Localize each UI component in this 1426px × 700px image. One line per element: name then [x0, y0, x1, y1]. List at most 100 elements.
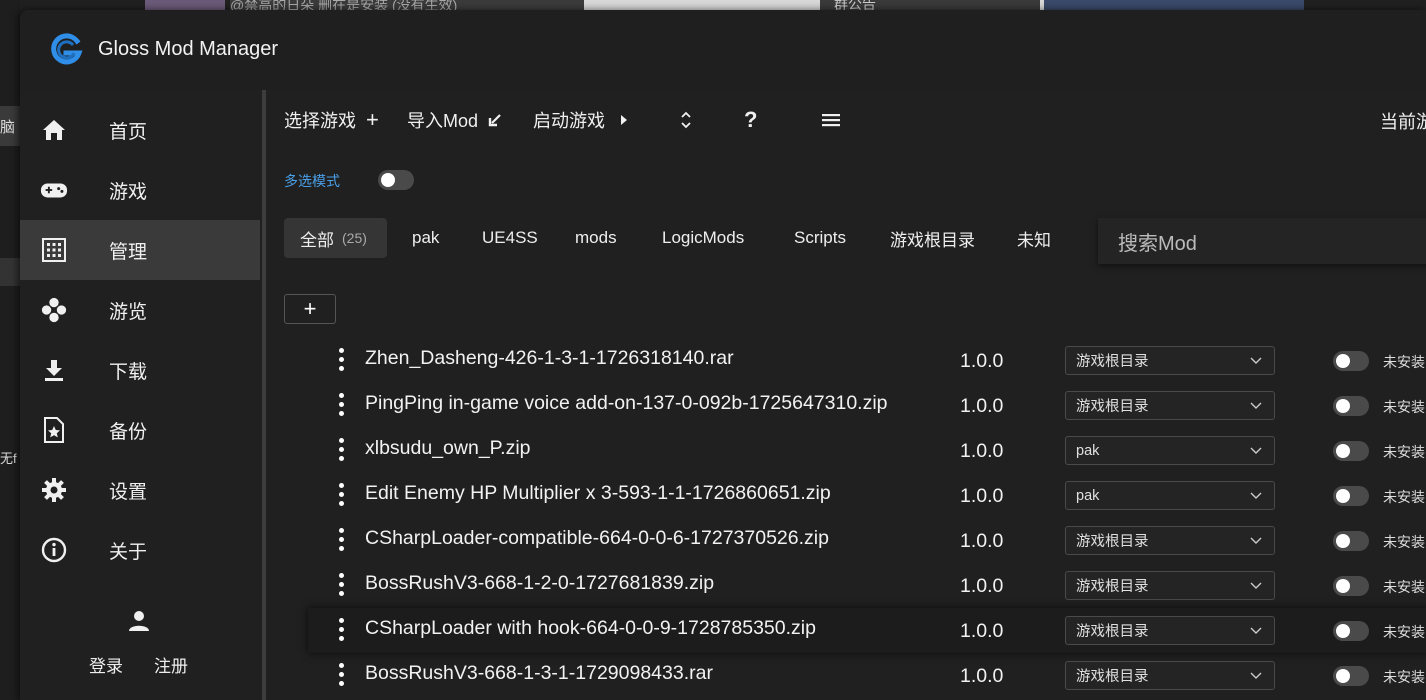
- chevron-down-icon: [1250, 357, 1262, 364]
- tab-mods[interactable]: mods: [575, 218, 617, 258]
- bg-text-fragment: @禁高的日朵 删在是安装 (没有生效): [230, 0, 584, 10]
- search-mod-input[interactable]: 搜索Mod: [1098, 218, 1426, 264]
- mod-type-select[interactable]: 游戏根目录: [1065, 346, 1275, 375]
- sidebar-item-label: 管理: [109, 241, 148, 263]
- sidebar-item-backup[interactable]: 备份: [20, 400, 260, 460]
- play-caret-icon: [621, 115, 627, 125]
- sidebar-item-browse[interactable]: 游览: [20, 280, 260, 340]
- menu-button[interactable]: [822, 108, 840, 132]
- mod-name: CSharpLoader with hook-664-0-0-9-1728785…: [365, 617, 816, 639]
- mod-type-select[interactable]: 游戏根目录: [1065, 391, 1275, 420]
- install-toggle[interactable]: [1333, 441, 1369, 461]
- mod-type-value: 游戏根目录: [1076, 354, 1149, 370]
- mod-type-select[interactable]: 游戏根目录: [1065, 571, 1275, 600]
- app-logo-icon: [51, 33, 83, 65]
- tab-pak[interactable]: pak: [412, 218, 439, 258]
- background-window-edge: 脑 无f: [0, 0, 20, 700]
- bg-left-fragment: 无f: [0, 451, 17, 466]
- install-toggle[interactable]: [1333, 396, 1369, 416]
- mod-version: 1.0.0: [960, 350, 1004, 372]
- select-game-button[interactable]: 选择游戏 +: [284, 107, 379, 132]
- more-vert-icon[interactable]: [334, 617, 348, 643]
- tab-label: 全部: [300, 230, 334, 250]
- tab-game-root[interactable]: 游戏根目录: [890, 218, 975, 258]
- mod-type-value: 游戏根目录: [1076, 624, 1149, 640]
- sidebar-item-about[interactable]: 关于: [20, 520, 260, 580]
- main-content: 选择游戏 + 导入Mod 启动游戏 ? 当前游 多选模式 全部 (25) pak…: [266, 90, 1426, 700]
- mod-name: CSharpLoader-compatible-664-0-0-6-172737…: [365, 527, 829, 549]
- more-vert-icon[interactable]: [334, 347, 348, 373]
- multi-select-toggle[interactable]: [378, 170, 414, 190]
- import-mod-button[interactable]: 导入Mod: [407, 108, 502, 132]
- install-toggle[interactable]: [1333, 486, 1369, 506]
- sidebar-item-label: 首页: [109, 121, 148, 143]
- install-toggle[interactable]: [1333, 351, 1369, 371]
- mod-row[interactable]: Zhen_Dasheng-426-1-3-1-1726318140.rar 1.0…: [308, 338, 1426, 383]
- sidebar-item-label: 备份: [109, 421, 148, 443]
- chevron-down-icon: [1250, 447, 1262, 454]
- more-vert-icon[interactable]: [334, 527, 348, 553]
- install-toggle[interactable]: [1333, 666, 1369, 686]
- mod-type-value: 游戏根目录: [1076, 669, 1149, 685]
- tab-unknown[interactable]: 未知: [1017, 218, 1051, 258]
- install-status: 未安装: [1383, 489, 1425, 505]
- mod-row[interactable]: BossRushV3-668-1-2-0-1727681839.zip 1.0.0…: [308, 563, 1426, 608]
- mod-version: 1.0.0: [960, 575, 1004, 597]
- backup-file-icon: [40, 416, 68, 444]
- mod-name: xlbsudu_own_P.zip: [365, 437, 531, 459]
- install-toggle[interactable]: [1333, 621, 1369, 641]
- tab-all[interactable]: 全部 (25): [284, 218, 387, 258]
- sidebar-item-home[interactable]: 首页: [20, 100, 260, 160]
- tab-scripts[interactable]: Scripts: [794, 218, 846, 258]
- import-arrow-icon: [488, 114, 501, 127]
- more-vert-icon[interactable]: [334, 572, 348, 598]
- mod-type-select[interactable]: 游戏根目录: [1065, 661, 1275, 690]
- sidebar-item-settings[interactable]: 设置: [20, 460, 260, 520]
- title-bar[interactable]: Gloss Mod Manager: [20, 10, 1426, 90]
- mod-row[interactable]: xlbsudu_own_P.zip 1.0.0 pak 未安装: [308, 428, 1426, 473]
- mod-version: 1.0.0: [960, 440, 1004, 462]
- mod-type-select[interactable]: pak: [1065, 436, 1275, 465]
- add-mod-button[interactable]: +: [284, 294, 336, 324]
- bg-highlight: [0, 258, 20, 286]
- unfold-icon: [681, 111, 691, 129]
- launch-options-button[interactable]: [680, 108, 692, 132]
- launch-game-button[interactable]: 启动游戏: [533, 108, 629, 132]
- tab-logicmods[interactable]: LogicMods: [662, 218, 744, 258]
- mod-type-select[interactable]: pak: [1065, 481, 1275, 510]
- sidebar-item-label: 游览: [109, 301, 148, 323]
- install-toggle[interactable]: [1333, 576, 1369, 596]
- sidebar-item-download[interactable]: 下载: [20, 340, 260, 400]
- mod-row[interactable]: CSharpLoader-compatible-664-0-0-6-172737…: [308, 518, 1426, 563]
- mod-type-value: pak: [1076, 487, 1100, 504]
- mod-name: Edit Enemy HP Multiplier x 3-593-1-1-172…: [365, 482, 831, 504]
- mod-row[interactable]: Edit Enemy HP Multiplier x 3-593-1-1-172…: [308, 473, 1426, 518]
- info-icon: [40, 536, 68, 564]
- sidebar-item-manage[interactable]: 管理: [20, 220, 260, 280]
- help-button[interactable]: ?: [744, 107, 757, 132]
- chevron-down-icon: [1250, 627, 1262, 634]
- mod-type-select[interactable]: 游戏根目录: [1065, 616, 1275, 645]
- more-vert-icon[interactable]: [334, 482, 348, 508]
- install-toggle[interactable]: [1333, 531, 1369, 551]
- more-vert-icon[interactable]: [334, 662, 348, 688]
- select-game-label: 选择游戏: [284, 111, 356, 131]
- sidebar-item-label: 关于: [109, 541, 148, 563]
- sidebar-item-games[interactable]: 游戏: [20, 160, 260, 220]
- more-vert-icon[interactable]: [334, 392, 348, 418]
- app-window: Gloss Mod Manager 首页 游戏 管理 游览 下载 备份 设置 关…: [20, 10, 1426, 700]
- bg-notice-fragment: 群公告: [820, 0, 1040, 10]
- login-link[interactable]: 登录: [89, 652, 123, 677]
- install-status: 未安装: [1383, 444, 1425, 460]
- register-link[interactable]: 注册: [154, 652, 188, 677]
- more-vert-icon[interactable]: [334, 437, 348, 463]
- mod-row[interactable]: CSharpLoader with hook-664-0-0-9-1728785…: [308, 608, 1426, 653]
- mod-version: 1.0.0: [960, 395, 1004, 417]
- mod-type-select[interactable]: 游戏根目录: [1065, 526, 1275, 555]
- mod-row[interactable]: BossRushV3-668-1-3-1-1729098433.rar 1.0.0…: [308, 653, 1426, 698]
- install-status: 未安装: [1383, 579, 1425, 595]
- tab-count: (25): [342, 230, 367, 246]
- tab-ue4ss[interactable]: UE4SS: [482, 218, 538, 258]
- multi-select-label: 多选模式: [284, 173, 340, 189]
- mod-row[interactable]: PingPing in-game voice add-on-137-0-092b…: [308, 383, 1426, 428]
